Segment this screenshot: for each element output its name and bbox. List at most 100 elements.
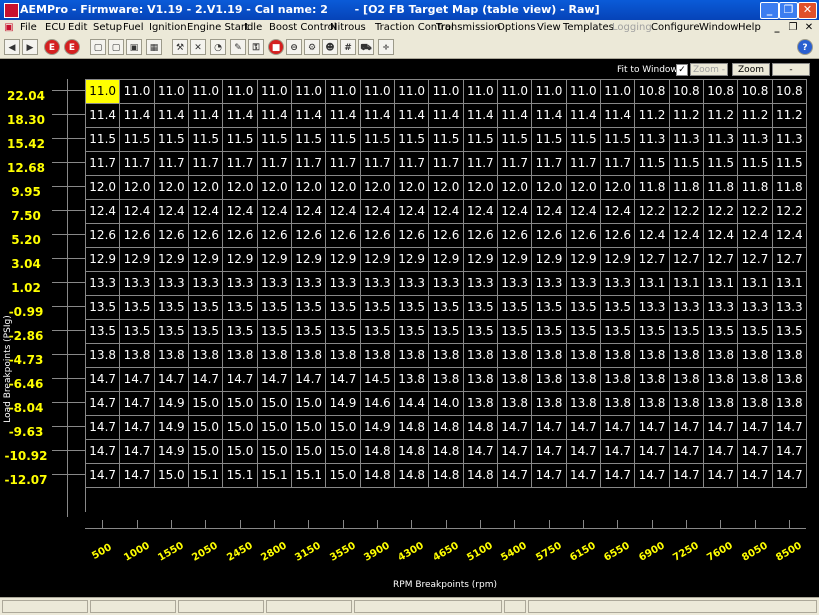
table-cell[interactable]: 12.9 <box>498 248 533 272</box>
menu-item-engine-start[interactable]: Engine Start <box>187 22 249 33</box>
y-breakpoint-label[interactable]: -0.99 <box>0 305 52 319</box>
table-cell[interactable]: 13.5 <box>669 320 704 344</box>
table-cell[interactable]: 11.5 <box>223 128 258 152</box>
table-cell[interactable]: 11.7 <box>532 152 567 176</box>
x-breakpoint-label[interactable]: 6900 <box>637 540 667 563</box>
table-cell[interactable]: 11.8 <box>772 176 807 200</box>
table-cell[interactable]: 13.5 <box>704 320 739 344</box>
table-cell[interactable]: 11.4 <box>498 104 533 128</box>
table-cell[interactable]: 11.5 <box>154 128 189 152</box>
table-cell[interactable]: 13.1 <box>669 272 704 296</box>
table-cell[interactable]: 13.8 <box>772 392 807 416</box>
table-cell[interactable]: 11.4 <box>463 104 498 128</box>
table-cell[interactable]: 12.6 <box>566 224 601 248</box>
graph-icon[interactable]: ▦ <box>146 39 162 55</box>
table-cell[interactable]: 13.3 <box>601 272 636 296</box>
table-cell[interactable]: 12.6 <box>223 224 258 248</box>
table-cell[interactable]: 14.9 <box>154 392 189 416</box>
x-breakpoint-label[interactable]: 6550 <box>602 540 632 563</box>
table-cell[interactable]: 11.8 <box>738 176 773 200</box>
table-cell[interactable]: 13.8 <box>669 368 704 392</box>
x-breakpoint-label[interactable]: 8050 <box>740 540 770 563</box>
y-breakpoint-label[interactable]: -10.92 <box>0 449 52 463</box>
template-icon[interactable]: ☻ <box>322 39 338 55</box>
table-cell[interactable]: 11.4 <box>601 104 636 128</box>
table-cell[interactable]: 14.7 <box>566 464 601 488</box>
table-cell[interactable]: 12.4 <box>154 200 189 224</box>
table-cell[interactable]: 13.8 <box>704 368 739 392</box>
table-cell[interactable]: 14.7 <box>635 440 670 464</box>
table-cell[interactable]: 15.0 <box>292 392 327 416</box>
table-cell[interactable]: 11.7 <box>326 152 361 176</box>
x-breakpoint-label[interactable]: 2450 <box>225 540 255 563</box>
table-cell[interactable]: 11.5 <box>189 128 224 152</box>
table-cell[interactable]: 13.3 <box>257 272 292 296</box>
table-cell[interactable]: 13.5 <box>566 320 601 344</box>
table-cell[interactable]: 13.8 <box>395 344 430 368</box>
menu-item-setup[interactable]: Setup <box>93 22 122 33</box>
table-cell[interactable]: 12.0 <box>223 176 258 200</box>
table-cell[interactable]: 12.9 <box>326 248 361 272</box>
table-cell[interactable]: 13.8 <box>463 368 498 392</box>
table-cell[interactable]: 13.5 <box>223 320 258 344</box>
table-cell[interactable]: 13.1 <box>772 272 807 296</box>
table-cell[interactable]: 12.2 <box>635 200 670 224</box>
table-cell[interactable]: 11.4 <box>120 104 155 128</box>
table-cell[interactable]: 14.8 <box>395 440 430 464</box>
table-cell[interactable]: 12.4 <box>395 200 430 224</box>
table-cell[interactable]: 13.5 <box>360 296 395 320</box>
table-cell[interactable]: 13.8 <box>566 344 601 368</box>
table-cell[interactable]: 11.0 <box>566 80 601 104</box>
table-cell[interactable]: 11.5 <box>429 128 464 152</box>
table-cell[interactable]: 12.6 <box>86 224 121 248</box>
table-cell[interactable]: 14.8 <box>395 464 430 488</box>
table-cell[interactable]: 15.0 <box>223 440 258 464</box>
table-cell[interactable]: 13.8 <box>429 344 464 368</box>
table-cell[interactable]: 15.0 <box>257 440 292 464</box>
table-cell[interactable]: 12.4 <box>257 200 292 224</box>
table-cell[interactable]: 11.7 <box>463 152 498 176</box>
table-cell[interactable]: 13.8 <box>498 368 533 392</box>
table-cell[interactable]: 14.7 <box>532 464 567 488</box>
table-cell[interactable]: 11.7 <box>223 152 258 176</box>
table-cell[interactable]: 13.1 <box>704 272 739 296</box>
table-cell[interactable]: 14.7 <box>601 464 636 488</box>
table-cell[interactable]: 11.5 <box>120 128 155 152</box>
table-cell[interactable]: 12.0 <box>189 176 224 200</box>
table-cell[interactable]: 12.4 <box>326 200 361 224</box>
table-cell[interactable]: 11.3 <box>669 128 704 152</box>
table-cell[interactable]: 13.1 <box>635 272 670 296</box>
table-cell[interactable]: 11.4 <box>292 104 327 128</box>
table-cell[interactable]: 11.8 <box>669 176 704 200</box>
table-cell[interactable]: 11.0 <box>223 80 258 104</box>
x-breakpoint-label[interactable]: 7250 <box>671 540 701 563</box>
mdi-restore-button[interactable]: ❐ <box>786 21 800 35</box>
x-breakpoint-label[interactable]: 6150 <box>568 540 598 563</box>
table-cell[interactable]: 15.0 <box>223 392 258 416</box>
mdi-minimize-button[interactable]: _ <box>770 21 784 35</box>
table-cell[interactable]: 13.5 <box>257 296 292 320</box>
table-cell[interactable]: 13.5 <box>86 320 121 344</box>
x-breakpoint-label[interactable]: 8500 <box>774 540 804 563</box>
table-cell[interactable]: 12.6 <box>292 224 327 248</box>
table-cell[interactable]: 12.0 <box>429 176 464 200</box>
table-cell[interactable]: 13.5 <box>326 320 361 344</box>
table-cell[interactable]: 14.7 <box>120 392 155 416</box>
table-cell[interactable]: 15.0 <box>292 440 327 464</box>
table-cell[interactable]: 10.8 <box>738 80 773 104</box>
table-cell[interactable]: 11.0 <box>257 80 292 104</box>
table-cell[interactable]: 14.9 <box>360 416 395 440</box>
table-cell[interactable]: 13.5 <box>120 296 155 320</box>
table-cell[interactable]: 13.8 <box>738 368 773 392</box>
table-cell[interactable]: 13.3 <box>292 272 327 296</box>
table-cell[interactable]: 11.4 <box>223 104 258 128</box>
x-breakpoint-label[interactable]: 7600 <box>705 540 735 563</box>
menu-item-idle[interactable]: Idle <box>244 22 262 33</box>
table-cell[interactable]: 11.7 <box>566 152 601 176</box>
table-cell[interactable]: 13.8 <box>635 368 670 392</box>
table-cell[interactable]: 14.7 <box>532 416 567 440</box>
table-cell[interactable]: 15.1 <box>189 464 224 488</box>
mdi-close-button[interactable]: ✕ <box>802 21 816 35</box>
table-cell[interactable]: 13.8 <box>566 368 601 392</box>
table-cell[interactable]: 12.0 <box>498 176 533 200</box>
